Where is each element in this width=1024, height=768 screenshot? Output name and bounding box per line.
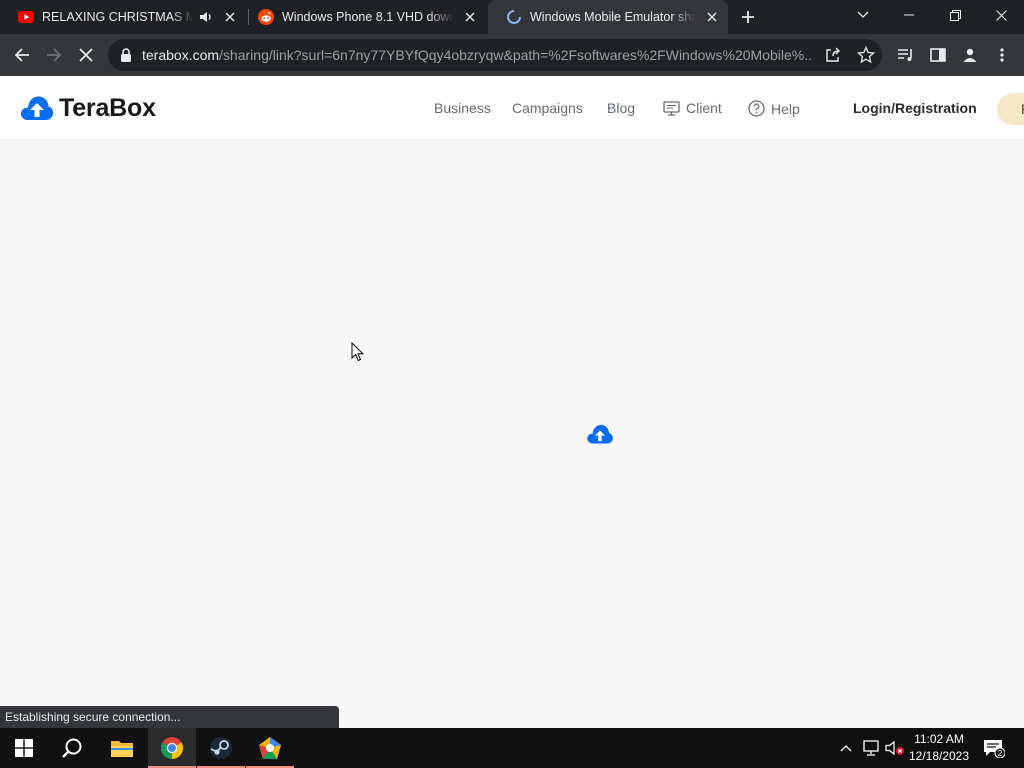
youtube-icon bbox=[18, 9, 34, 25]
login-registration-link[interactable]: Login/Registration bbox=[853, 100, 977, 116]
tab-terabox-active[interactable]: Windows Mobile Emulator shared bbox=[488, 0, 728, 34]
restore-button[interactable] bbox=[932, 0, 978, 30]
bookmark-star-icon[interactable] bbox=[856, 45, 876, 64]
file-explorer-button[interactable] bbox=[98, 728, 146, 768]
nav-label: Help bbox=[771, 100, 800, 117]
tab-youtube[interactable]: RELAXING CHRISTMAS MUSIC bbox=[0, 0, 246, 34]
close-window-button[interactable] bbox=[978, 0, 1024, 30]
search-button[interactable] bbox=[48, 728, 96, 768]
arrow-right-icon bbox=[47, 48, 62, 62]
status-bubble: Establishing secure connection... bbox=[0, 706, 339, 728]
url-text[interactable]: terabox.com/sharing/link?surl=6n7ny77YBY… bbox=[142, 47, 812, 63]
chrome-taskbar-button[interactable] bbox=[148, 728, 196, 768]
close-tab-icon[interactable] bbox=[462, 9, 478, 25]
notification-count: 2 bbox=[998, 748, 1003, 758]
nav-campaigns[interactable]: Campaigns bbox=[512, 100, 583, 116]
chrome-icon bbox=[161, 737, 183, 759]
restore-icon bbox=[949, 9, 961, 21]
network-icon bbox=[863, 740, 879, 756]
search-icon bbox=[62, 738, 82, 758]
close-icon bbox=[995, 9, 1007, 21]
back-button[interactable] bbox=[9, 42, 35, 68]
loading-spinner-icon bbox=[506, 9, 522, 25]
page-viewport: TeraBox Business Campaigns Blog Client H… bbox=[0, 76, 1024, 728]
terabox-cloud-icon bbox=[21, 96, 54, 120]
notification-icon: 2 bbox=[984, 740, 1005, 758]
chrome-menu-button[interactable] bbox=[989, 42, 1015, 68]
windows-taskbar: 11:02 AM 12/18/2023 2 bbox=[0, 728, 1024, 768]
browser-toolbar: terabox.com/sharing/link?surl=6n7ny77YBY… bbox=[0, 34, 1024, 76]
chevron-down-icon bbox=[857, 11, 869, 18]
clock-date: 12/18/2023 bbox=[908, 749, 970, 763]
tab-title: Windows Mobile Emulator shared bbox=[530, 10, 696, 24]
start-button[interactable] bbox=[0, 728, 48, 768]
tab-title: Windows Phone 8.1 VHD download bbox=[282, 10, 454, 24]
volume-tray-button[interactable] bbox=[884, 728, 906, 768]
network-tray-button[interactable] bbox=[861, 728, 881, 768]
url-path: /sharing/link?surl=6n7ny77YBYfQqy4obzryq… bbox=[219, 47, 812, 63]
close-tab-icon[interactable] bbox=[222, 9, 238, 25]
tab-search-button[interactable] bbox=[840, 0, 886, 30]
minimize-icon bbox=[904, 14, 914, 16]
url-host: terabox.com bbox=[142, 47, 220, 63]
system-clock[interactable]: 11:02 AM 12/18/2023 bbox=[906, 731, 972, 765]
side-panel-button[interactable] bbox=[925, 42, 951, 68]
arrow-left-icon bbox=[14, 48, 29, 62]
clock-time: 11:02 AM bbox=[914, 732, 964, 746]
monitor-icon bbox=[663, 100, 680, 116]
app-icon bbox=[259, 737, 281, 759]
nav-client[interactable]: Client bbox=[663, 100, 722, 116]
tab-strip: RELAXING CHRISTMAS MUSIC Windows Phone 8… bbox=[0, 0, 1024, 34]
nav-label: Campaigns bbox=[512, 100, 583, 116]
brand-name: TeraBox bbox=[59, 94, 156, 122]
nav-blog[interactable]: Blog bbox=[607, 100, 635, 116]
reddit-icon bbox=[258, 9, 274, 25]
speaker-muted-icon bbox=[885, 740, 904, 756]
action-center-button[interactable]: 2 bbox=[980, 728, 1008, 768]
steam-icon bbox=[210, 737, 232, 759]
chevron-up-icon bbox=[840, 745, 852, 752]
help-circle-icon bbox=[748, 100, 765, 117]
cta-button[interactable]: R bbox=[997, 93, 1024, 125]
site-header: TeraBox Business Campaigns Blog Client H… bbox=[0, 76, 1024, 139]
file-explorer-icon bbox=[111, 741, 133, 757]
close-icon bbox=[79, 48, 93, 62]
tab-title: RELAXING CHRISTMAS MUSIC bbox=[42, 10, 194, 24]
nav-help[interactable]: Help bbox=[748, 100, 800, 117]
loading-cloud-icon bbox=[587, 425, 613, 444]
speaker-icon[interactable] bbox=[198, 9, 214, 25]
media-controls-button[interactable] bbox=[893, 42, 919, 68]
profile-icon bbox=[963, 48, 977, 62]
start-icon bbox=[15, 739, 33, 757]
kebab-menu-icon bbox=[1000, 48, 1004, 62]
nav-label: Client bbox=[686, 100, 722, 116]
tab-reddit[interactable]: Windows Phone 8.1 VHD download bbox=[240, 0, 486, 34]
close-tab-icon[interactable] bbox=[704, 9, 720, 25]
app-taskbar-button[interactable] bbox=[246, 728, 294, 768]
show-hidden-icons-button[interactable] bbox=[838, 728, 854, 768]
stop-loading-button[interactable] bbox=[73, 42, 99, 68]
mouse-cursor-icon bbox=[351, 342, 365, 362]
profile-button[interactable] bbox=[957, 42, 983, 68]
lock-icon[interactable] bbox=[118, 47, 134, 63]
plus-icon bbox=[742, 11, 754, 23]
steam-taskbar-button[interactable] bbox=[197, 728, 245, 768]
nav-label: Business bbox=[434, 100, 491, 116]
new-tab-button[interactable] bbox=[738, 7, 758, 27]
media-queue-icon bbox=[898, 49, 912, 61]
address-bar[interactable]: terabox.com/sharing/link?surl=6n7ny77YBY… bbox=[108, 39, 882, 71]
share-icon[interactable] bbox=[824, 46, 842, 64]
minimize-button[interactable] bbox=[886, 0, 932, 30]
forward-button[interactable] bbox=[41, 42, 67, 68]
nav-label: Blog bbox=[607, 100, 636, 116]
side-panel-icon bbox=[930, 48, 946, 62]
terabox-logo[interactable]: TeraBox bbox=[20, 94, 156, 123]
nav-business[interactable]: Business bbox=[434, 100, 491, 116]
